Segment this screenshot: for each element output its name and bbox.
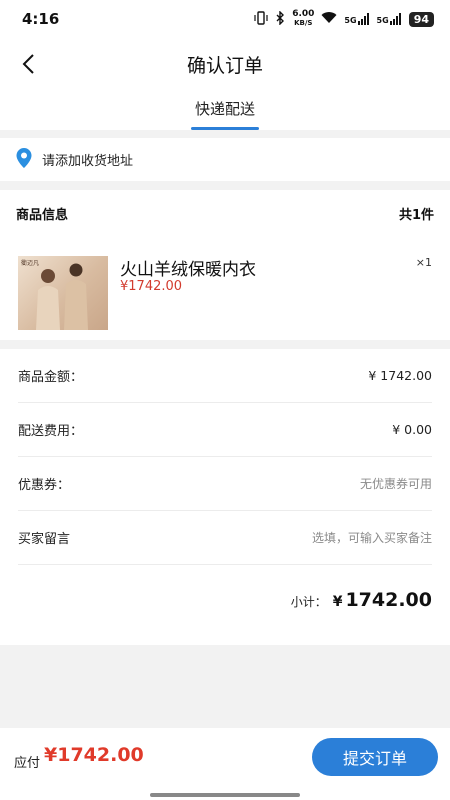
buyer-message-label: 买家留言 <box>18 532 71 547</box>
vibrate-icon <box>254 10 268 28</box>
bluetooth-icon <box>275 9 285 28</box>
subtotal-currency: ¥ <box>332 594 343 610</box>
network-type-2: 5G <box>376 16 389 25</box>
delivery-fee-value: ¥ 0.00 <box>392 422 432 437</box>
speed-unit: KB/S <box>294 19 313 27</box>
coupon-row[interactable]: 优惠券： 无优惠券可用 <box>18 457 432 511</box>
status-time: 4:16 <box>22 10 60 28</box>
coupon-value: 无优惠券可用 <box>359 477 432 491</box>
product-quantity: ×1 <box>415 256 432 269</box>
subtotal: 小计： ¥ 1742.00 <box>291 589 432 611</box>
home-indicator[interactable] <box>150 793 300 797</box>
tab-express-delivery[interactable]: 快递配送 <box>0 98 450 119</box>
fees-card: 商品金额： ¥ 1742.00 配送费用： ¥ 0.00 优惠券： 无优惠券可用… <box>0 349 450 645</box>
wifi-icon <box>321 11 337 27</box>
product-name[interactable]: 火山羊绒保暖内衣 <box>120 255 256 280</box>
goods-amount-row: 商品金额： ¥ 1742.00 <box>18 349 432 403</box>
network-type-1: 5G <box>344 16 357 25</box>
pay-amount: ¥1742.00 <box>44 744 144 766</box>
product-image[interactable]: 衢迈凡 <box>18 256 108 330</box>
pay-label: 应付 <box>14 756 41 771</box>
signal-icon <box>357 13 369 25</box>
add-address-row[interactable]: 请添加收货地址 <box>0 138 450 181</box>
signal-icon <box>389 13 401 25</box>
subtotal-amount: 1742.00 <box>345 589 432 611</box>
signal-1: 5G <box>344 13 369 25</box>
goods-count: 共1件 <box>398 208 434 223</box>
buyer-message-input[interactable]: 选填，可输入买家备注 <box>312 529 432 546</box>
page-title: 确认订单 <box>186 55 263 77</box>
speed-value: 6.00 <box>292 9 315 19</box>
submit-order-button[interactable]: 提交订单 <box>312 738 438 776</box>
coupon-label: 优惠券： <box>18 478 71 493</box>
status-icons: 6.00 KB/S 5G 5G 94 <box>254 10 434 28</box>
delivery-fee-label: 配送费用： <box>18 424 84 439</box>
add-address-label: 请添加收货地址 <box>42 154 134 169</box>
bottom-bar: 应付 ¥1742.00 提交订单 <box>0 728 450 800</box>
battery-indicator: 94 <box>408 11 434 27</box>
header: 确认订单 快递配送 <box>0 38 450 130</box>
network-speed: 6.00 KB/S <box>292 10 314 28</box>
signal-2: 5G <box>377 13 402 25</box>
product-brand: 衢迈凡 <box>21 260 40 267</box>
tab-underline <box>191 127 259 130</box>
delivery-fee-row: 配送费用： ¥ 0.00 <box>18 403 432 457</box>
subtotal-label: 小计： <box>290 595 327 609</box>
goods-section-title: 商品信息 <box>16 208 69 223</box>
location-pin-icon <box>16 147 32 172</box>
product-price: ¥1742.00 <box>120 279 183 294</box>
goods-amount-value: ¥ 1742.00 <box>368 368 432 383</box>
goods-amount-label: 商品金额： <box>18 370 84 385</box>
goods-card: 商品信息 共1件 衢迈凡 火山羊绒保暖内衣 ¥1742.00 ×1 <box>0 190 450 340</box>
status-bar: 4:16 6.00 KB/S 5G 5G 94 <box>0 0 450 38</box>
goods-header: 商品信息 共1件 <box>16 204 434 223</box>
buyer-message-row: 买家留言 选填，可输入买家备注 <box>18 511 432 565</box>
